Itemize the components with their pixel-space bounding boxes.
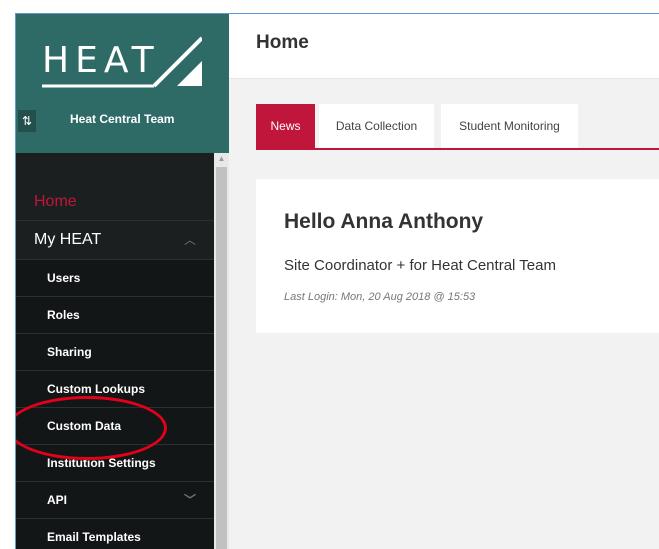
sidebar-item-label: My HEAT bbox=[34, 231, 102, 248]
sidebar-item-my-heat[interactable]: My HEAT ︿ bbox=[16, 221, 214, 260]
sidebar-subitem-roles[interactable]: Roles bbox=[16, 297, 214, 334]
brand-panel: HEAT ⇅ Heat Central Team bbox=[16, 14, 229, 153]
sidebar: HEAT ⇅ Heat Central Team ▲ Home My HEAT … bbox=[16, 14, 229, 549]
user-role: Site Coordinator + for Heat Central Team bbox=[284, 257, 556, 274]
scroll-thumb[interactable] bbox=[216, 167, 227, 549]
chevron-up-icon: ︿ bbox=[183, 233, 196, 247]
sidebar-subitem-email-templates[interactable]: Email Templates bbox=[16, 519, 214, 549]
last-login-text: Last Login: Mon, 20 Aug 2018 @ 15:53 bbox=[284, 291, 476, 303]
greeting-heading: Hello Anna Anthony bbox=[284, 210, 484, 233]
sidebar-subitem-users[interactable]: Users bbox=[16, 260, 214, 297]
sidebar-item-label: API bbox=[47, 493, 68, 507]
sidebar-scrollbar[interactable]: ▲ bbox=[214, 153, 229, 549]
tab-bar: News Data Collection Student Monitoring bbox=[256, 104, 659, 150]
tab-data-collection[interactable]: Data Collection bbox=[319, 104, 434, 148]
svg-text:HEAT: HEAT bbox=[42, 40, 160, 81]
sidebar-nav: Home My HEAT ︿ Users Roles Sharing Custo… bbox=[16, 184, 214, 549]
tab-student-monitoring[interactable]: Student Monitoring bbox=[441, 104, 578, 148]
sidebar-subitem-custom-lookups[interactable]: Custom Lookups bbox=[16, 371, 214, 408]
app-window: HEAT ⇅ Heat Central Team ▲ Home My HEAT … bbox=[15, 13, 659, 549]
swap-vertical-icon: ⇅ bbox=[21, 114, 33, 128]
sidebar-item-home[interactable]: Home bbox=[16, 184, 214, 221]
scroll-up-arrow-icon[interactable]: ▲ bbox=[214, 153, 229, 165]
sidebar-subitem-api[interactable]: API ﹀ bbox=[16, 482, 214, 519]
team-name: Heat Central Team bbox=[70, 112, 175, 126]
heat-logo-mark: HEAT bbox=[42, 36, 202, 88]
chevron-down-icon: ﹀ bbox=[183, 493, 196, 507]
sidebar-subitem-institution-settings[interactable]: Institution Settings bbox=[16, 445, 214, 482]
page-header: Home bbox=[229, 14, 659, 79]
tab-news[interactable]: News bbox=[256, 104, 315, 148]
switch-team-button[interactable]: ⇅ bbox=[18, 110, 36, 132]
main-content: Home News Data Collection Student Monito… bbox=[229, 14, 659, 549]
welcome-card: Hello Anna Anthony Site Coordinator + fo… bbox=[256, 179, 659, 333]
sidebar-subitem-sharing[interactable]: Sharing bbox=[16, 334, 214, 371]
page-title: Home bbox=[256, 32, 309, 53]
sidebar-subitem-custom-data[interactable]: Custom Data bbox=[16, 408, 214, 445]
heat-logo[interactable]: HEAT bbox=[42, 36, 202, 92]
